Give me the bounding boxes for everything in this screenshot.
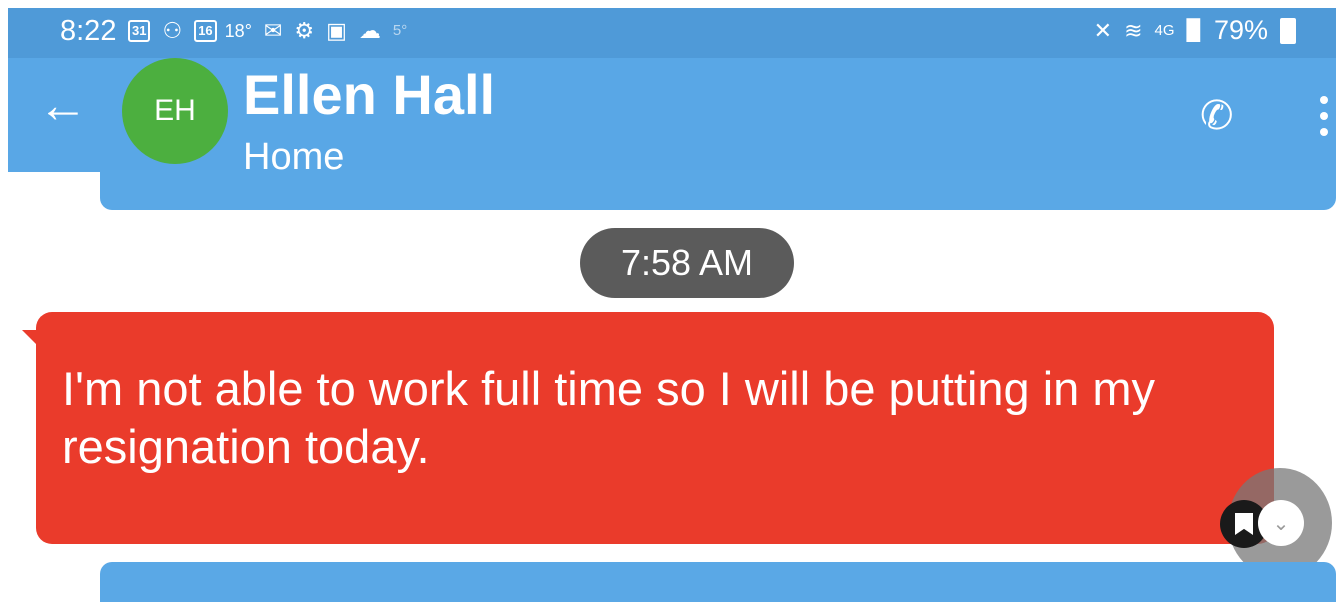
- signal-icon: ▉: [1186, 20, 1202, 42]
- bookmark-icon: [1235, 513, 1253, 535]
- received-message-bubble[interactable]: I'm not able to work full time so I will…: [36, 312, 1274, 544]
- contact-name[interactable]: Ellen Hall: [243, 62, 495, 127]
- calendar-icon: 31: [128, 20, 151, 42]
- next-message-bubble[interactable]: [100, 562, 1336, 602]
- settings-icon: ⚙: [294, 18, 315, 43]
- message-text: I'm not able to work full time so I will…: [62, 362, 1156, 473]
- more-options-icon[interactable]: [1320, 96, 1328, 144]
- wifi-icon: ≋: [1124, 17, 1143, 43]
- contact-subtitle: Home: [243, 136, 345, 172]
- network-label: 4G: [1154, 22, 1175, 39]
- back-arrow-icon[interactable]: ←: [38, 80, 88, 130]
- mute-icon: ✕: [1093, 17, 1113, 43]
- avatar[interactable]: EH: [122, 58, 228, 164]
- timestamp-chip: 7:58 AM: [580, 228, 794, 298]
- battery-icon: [1280, 17, 1296, 44]
- snapchat-icon: ⚇: [162, 18, 183, 43]
- status-time: 8:22: [60, 15, 117, 47]
- chevron-down-icon: ⌄: [1272, 512, 1290, 535]
- weather-temp-2: 5°: [392, 22, 408, 39]
- battery-percent: 79%: [1213, 15, 1268, 45]
- notification-icons: 31 ⚇ 16 18° ✉ ⚙ ▣ ☁ 5°: [128, 18, 407, 44]
- conversation-header: ← EH Ellen Hall Home ✆: [8, 58, 1336, 172]
- scroll-to-bottom-button[interactable]: ⌄: [1258, 500, 1304, 546]
- calendar-icon: 16: [194, 20, 217, 42]
- previous-message-bubble[interactable]: [100, 170, 1336, 210]
- cloud-icon: ☁: [358, 18, 381, 43]
- status-bar: 8:22 31 ⚇ 16 18° ✉ ⚙ ▣ ☁ 5° ✕ ≋ 4G ▉ 79%: [8, 8, 1336, 58]
- system-status: ✕ ≋ 4G ▉ 79%: [1094, 15, 1296, 46]
- weather-temp: 18°: [224, 21, 252, 41]
- gallery-icon: ▣: [326, 18, 347, 43]
- mail-icon: ✉: [263, 18, 283, 43]
- phone-icon[interactable]: ✆: [1200, 96, 1234, 136]
